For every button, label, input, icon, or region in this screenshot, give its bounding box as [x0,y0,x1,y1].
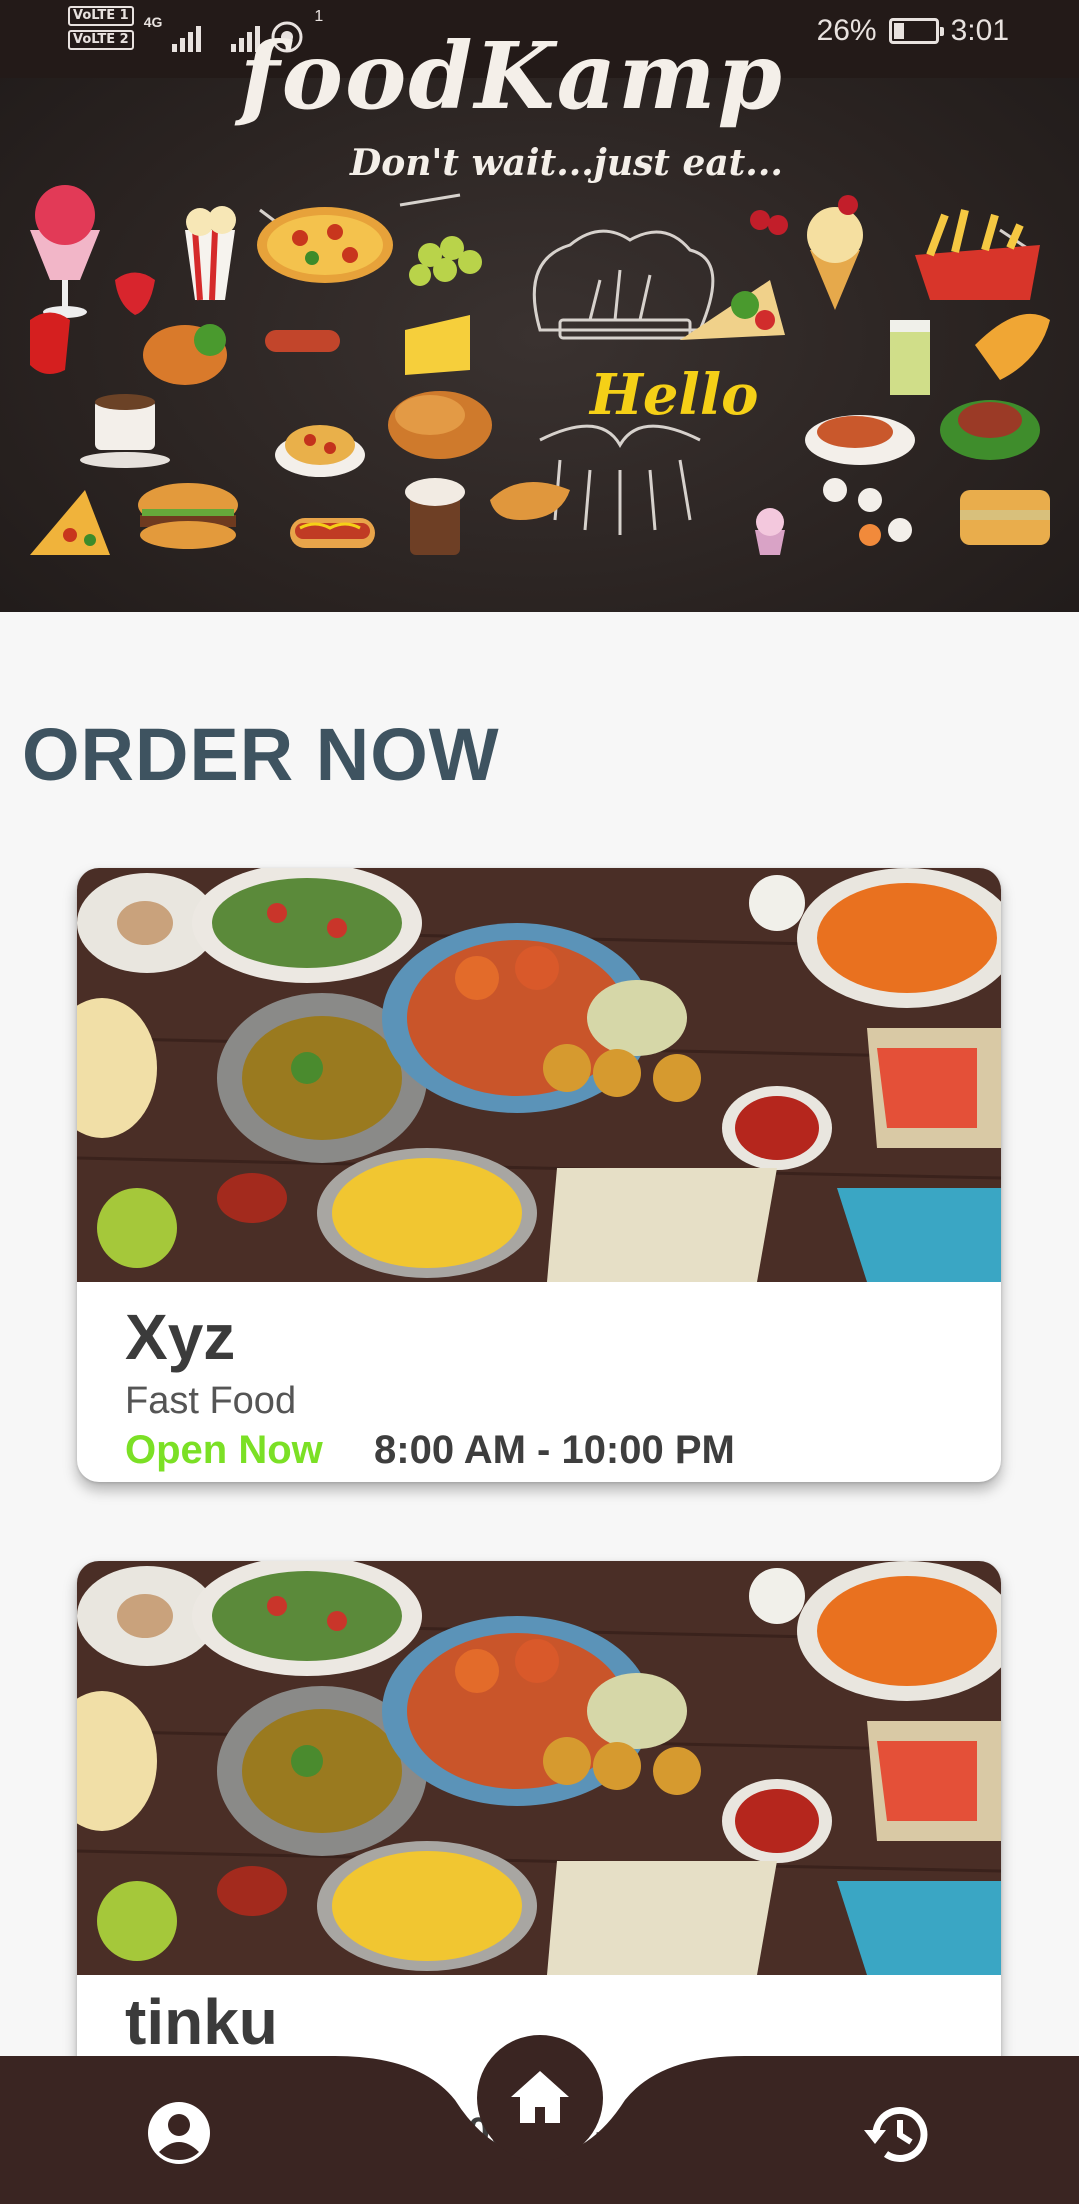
restaurant-category: Fast Food [125,1380,297,1422]
home-nav-button[interactable] [477,2035,603,2161]
opening-hours: 8:00 AM - 10:00 PM [374,1428,735,1472]
sim1-volte-badge: VoLTE 1 [68,6,134,26]
open-status: Open Now [125,1428,323,1472]
restaurant-photo [77,1561,1001,1975]
sim-indicators: VoLTE 1 VoLTE 2 [68,6,134,50]
home-icon [511,2071,569,2123]
battery-percent: 26% [816,14,877,47]
battery-icon [888,18,944,44]
profile-nav-button[interactable] [146,2100,212,2171]
banner-hello-text: Hello [590,362,759,428]
clock: 3:01 [950,14,1009,47]
history-icon [864,2106,928,2162]
section-title: ORDER NOW [22,713,500,796]
account-circle-icon [148,2102,210,2164]
signal-strength-icon [172,22,202,52]
app-logo: foodKamp [240,22,784,130]
restaurant-card[interactable]: Xyz Fast Food Open Now 8:00 AM - 10:00 P… [77,868,1001,1482]
history-nav-button[interactable] [862,2098,932,2173]
restaurant-name: Xyz [125,1301,236,1373]
sim2-volte-badge: VoLTE 2 [68,30,134,50]
banner-tagline: Don't wait...just eat... [350,142,783,184]
restaurant-photo [77,868,1001,1282]
network-type: 4G [143,14,163,30]
